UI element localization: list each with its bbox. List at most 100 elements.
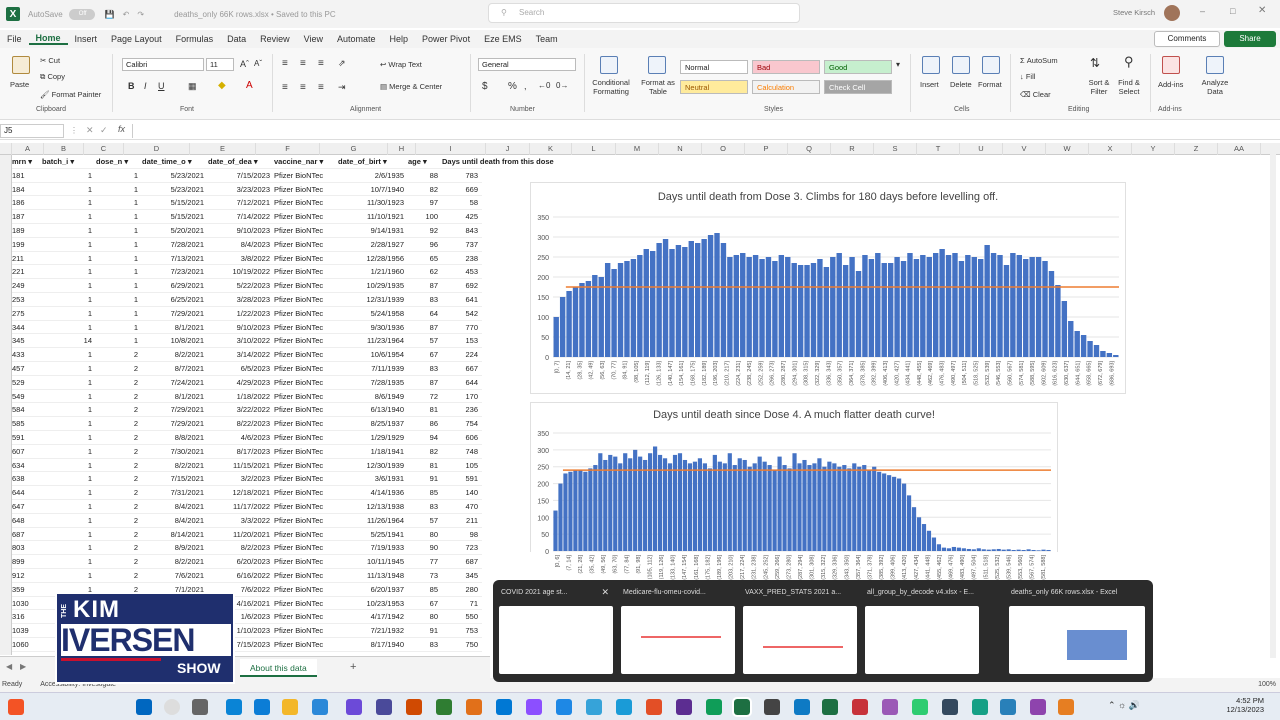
table-cell[interactable]: 9/14/1931 [338, 224, 408, 237]
table-cell[interactable]: 1 [42, 210, 96, 223]
table-cell[interactable]: 723 [442, 541, 482, 554]
table-cell[interactable]: 1 [42, 500, 96, 513]
table-cell[interactable]: 7/24/2021 [142, 376, 208, 389]
table-cell[interactable]: 2 [96, 500, 142, 513]
cut-button[interactable]: ✂ Cut [40, 56, 60, 65]
table-cell[interactable]: 94 [408, 431, 442, 444]
table-cell[interactable]: 221 [12, 265, 42, 278]
table-cell[interactable]: 1/22/2023 [208, 307, 274, 320]
table-cell[interactable]: 1 [42, 321, 96, 334]
table-cell[interactable]: 1 [42, 555, 96, 568]
table-cell[interactable]: Pfizer BioNTec [274, 279, 338, 292]
table-cell[interactable]: 11/10/1921 [338, 210, 408, 223]
table-cell[interactable]: 1 [42, 238, 96, 251]
table-cell[interactable]: 2/6/1935 [338, 169, 408, 182]
table-cell[interactable]: 750 [442, 638, 482, 651]
table-cell[interactable]: 2/9/1954 [338, 652, 408, 655]
table-cell[interactable]: 607 [12, 445, 42, 458]
table-cell[interactable]: 2 [96, 528, 142, 541]
table-cell[interactable]: Pfizer BioNTec [274, 583, 338, 596]
table-cell[interactable]: 69 [408, 652, 442, 655]
edge-icon[interactable] [254, 699, 270, 715]
table-cell[interactable]: 1 [42, 348, 96, 361]
table-cell[interactable]: 1 [42, 224, 96, 237]
table-cell[interactable]: 1 [96, 183, 142, 196]
preview-window-vaxx[interactable]: VAXX_PRED_STATS 2021 a... [743, 586, 859, 676]
table-cell[interactable]: 153 [442, 334, 482, 347]
table-cell[interactable]: 2 [96, 348, 142, 361]
table-cell[interactable]: 8/17/2023 [208, 445, 274, 458]
table-cell[interactable]: 7/15/2021 [142, 472, 208, 485]
table-cell[interactable]: Pfizer BioNTec [274, 417, 338, 430]
name-box-dropdown-icon[interactable]: ⋮ [70, 126, 78, 135]
table-cell[interactable]: 91 [408, 624, 442, 637]
table-cell[interactable]: 2 [96, 362, 142, 375]
table-cell[interactable]: 1 [42, 528, 96, 541]
table-cell[interactable]: 7/15/2023 [208, 169, 274, 182]
borders-icon[interactable]: ▦ [188, 81, 197, 92]
close-preview-icon[interactable]: ✕ [601, 587, 609, 598]
table-cell[interactable]: 4/17/1942 [338, 610, 408, 623]
table-cell[interactable]: 359 [12, 583, 42, 596]
tab-insert[interactable]: Insert [68, 34, 105, 44]
name-box[interactable]: J5 [0, 124, 64, 138]
table-cell[interactable]: 7/29/2021 [142, 403, 208, 416]
column-header-x[interactable]: X [1089, 143, 1132, 155]
table-cell[interactable]: 11/23/1964 [338, 334, 408, 347]
tab-help[interactable]: Help [383, 34, 416, 44]
underline-icon[interactable]: U [158, 81, 165, 91]
table-cell[interactable]: 2 [96, 541, 142, 554]
preview-window-all-group[interactable]: all_group_by_decode v4.xlsx - E... [865, 586, 981, 676]
telegram-icon[interactable] [616, 699, 632, 715]
table-cell[interactable]: Pfizer BioNTec [274, 210, 338, 223]
table-cell[interactable]: 1 [42, 376, 96, 389]
table-cell[interactable]: 667 [442, 362, 482, 375]
taskbar-app-icon[interactable] [526, 699, 542, 715]
tab-data[interactable]: Data [220, 34, 253, 44]
search-input[interactable]: ⚲ Search [488, 3, 800, 23]
column-header-p[interactable]: P [745, 143, 788, 155]
widgets-icon[interactable] [226, 699, 242, 715]
chrome-icon[interactable] [646, 699, 662, 715]
table-cell[interactable]: Pfizer BioNTec [274, 265, 338, 278]
close-icon[interactable]: ✕ [1258, 5, 1266, 16]
header-cell[interactable]: date_of_birt ▾ [338, 155, 408, 168]
table-cell[interactable]: Pfizer BioNTec [274, 183, 338, 196]
column-header-z[interactable]: Z [1175, 143, 1218, 155]
table-cell[interactable]: 211 [442, 514, 482, 527]
table-cell[interactable]: 912 [12, 569, 42, 582]
table-cell[interactable]: 1 [42, 569, 96, 582]
table-cell[interactable]: 1030 [12, 597, 42, 610]
table-cell[interactable]: 8/2/2023 [208, 541, 274, 554]
table-cell[interactable]: 1 [42, 472, 96, 485]
taskbar-app-icon[interactable] [346, 699, 362, 715]
table-cell[interactable]: 1 [42, 486, 96, 499]
table-cell[interactable]: 8/1/2021 [142, 321, 208, 334]
table-cell[interactable]: 542 [442, 307, 482, 320]
column-header-aa[interactable]: AA [1218, 143, 1261, 155]
table-cell[interactable]: 529 [12, 376, 42, 389]
vertical-scrollbar[interactable] [1270, 148, 1276, 658]
table-cell[interactable]: 7/29/2021 [142, 417, 208, 430]
table-cell[interactable]: 67 [408, 597, 442, 610]
table-cell[interactable]: 67 [408, 348, 442, 361]
table-cell[interactable]: Pfizer BioNTec [274, 569, 338, 582]
font-shrink-icon[interactable]: Aˇ [254, 59, 262, 68]
table-cell[interactable]: 8/17/1940 [338, 638, 408, 651]
table-cell[interactable]: 2 [96, 445, 142, 458]
table-cell[interactable]: 3/6/1931 [338, 472, 408, 485]
table-cell[interactable]: 73 [408, 569, 442, 582]
font-size-select[interactable]: 11 [206, 58, 234, 71]
table-cell[interactable]: Pfizer BioNTec [274, 597, 338, 610]
table-cell[interactable]: 280 [442, 583, 482, 596]
table-cell[interactable]: 11/17/2022 [208, 500, 274, 513]
table-cell[interactable]: Pfizer BioNTec [274, 403, 338, 416]
taskbar-app-icon[interactable] [1030, 699, 1046, 715]
table-cell[interactable]: 62 [408, 265, 442, 278]
table-cell[interactable]: 80 [408, 610, 442, 623]
tab-power-pivot[interactable]: Power Pivot [415, 34, 477, 44]
table-cell[interactable]: 8/4/2021 [142, 514, 208, 527]
table-cell[interactable]: 470 [442, 500, 482, 513]
column-header-w[interactable]: W [1046, 143, 1089, 155]
table-cell[interactable]: 83 [408, 638, 442, 651]
